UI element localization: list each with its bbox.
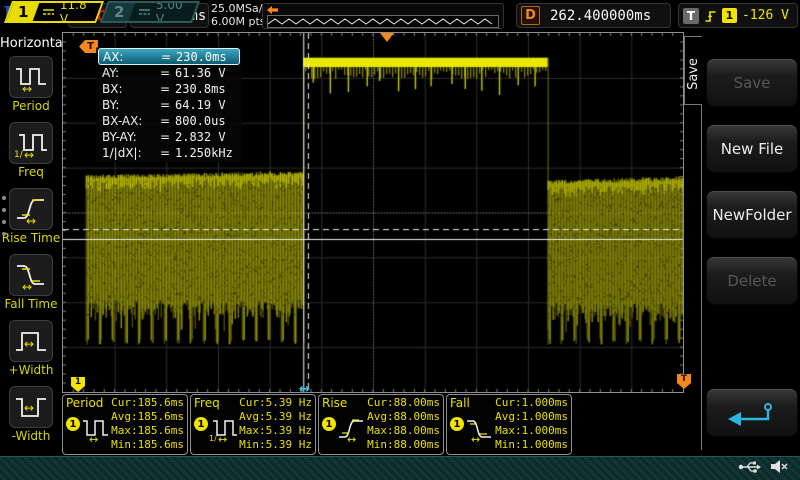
menu-item-period[interactable]: ↔ Period [0,56,62,113]
svg-text:↔: ↔ [24,148,34,160]
delete-button[interactable]: Delete [706,256,798,305]
channel2-tab[interactable]: 2 5.00 V [100,1,200,23]
status-bar [0,456,800,480]
usb-icon [738,459,762,474]
channel1-badge: 1 [66,417,80,431]
trigger-level-value: -126 V [742,8,789,23]
speaker-muted-icon [770,459,789,474]
menu-frame-line [684,104,702,105]
menu-frame-line [684,36,702,37]
dc-coupling-icon [138,7,151,17]
new-file-button[interactable]: New File [706,124,798,173]
svg-text:↔: ↔ [22,280,32,292]
minus-width-icon: ↔ [9,386,53,428]
svg-text:1/: 1/ [209,434,217,443]
svg-text:↔: ↔ [26,214,36,226]
cursor-row-inv-dx[interactable]: 1/|dX|: = 1.250kHz [98,145,240,161]
freq-icon: 1/ ↔ [9,122,53,164]
trigger-position-icon[interactable] [380,33,394,42]
menu-item-freq[interactable]: 1/ ↔ Freq [0,122,62,179]
trigger-position-thumb-icon [267,6,278,14]
period-glyph-icon: ↔ [81,413,111,447]
svg-text:↔: ↔ [22,82,32,94]
measurement-panel-period[interactable]: Period 1 ↔ Cur:185.6ms Avg:185.6ms Max:1… [62,394,188,455]
menu-item-plus-width[interactable]: ↔ +Width [0,320,62,377]
svg-text:↔: ↔ [24,337,34,351]
trigger-box[interactable]: T 1 -126 V [678,3,798,28]
channel2-scale: 5.00 V [156,1,194,23]
waveform-position-thumbnail[interactable] [262,3,504,29]
cursor-row-by-ay[interactable]: BY-AY: = 2.832 V [98,129,240,145]
svg-text:↔: ↔ [347,433,356,443]
thumbnail-window [267,15,499,28]
cursor-row-bx[interactable]: BX: = 230.8ms [98,81,240,97]
menu-item-rise-time[interactable]: ↔ Rise Time [0,188,62,245]
menu-scroll-indicator [2,196,6,236]
period-icon: ↔ [9,56,53,98]
cursor-row-bx-ax[interactable]: BX-AX: = 800.0us [98,113,240,129]
channel1-badge: 1 [194,417,208,431]
menu-item-fall-time[interactable]: ↔ Fall Time [0,254,62,311]
svg-text:↔: ↔ [24,401,34,415]
cursor-row-by[interactable]: BY: = 64.19 V [98,97,240,113]
svg-text:↔: ↔ [218,433,227,443]
svg-text:↔: ↔ [89,433,98,443]
menu-item-minus-width[interactable]: ↔ -Width [0,386,62,443]
trigger-source-badge: 1 [722,8,737,23]
new-folder-button[interactable]: NewFolder [706,190,798,239]
menu-item-label: Fall Time [0,297,62,311]
save-button[interactable]: Save [706,58,798,107]
menu-item-label: Freq [0,165,62,179]
thumbnail-waveform [268,19,492,24]
plus-width-icon: ↔ [9,320,53,362]
delay-value: 262.400000ms [550,8,651,24]
fall-glyph-icon: ↔ [465,413,495,447]
memory-depth: 6.00M pts [211,15,268,28]
delay-box[interactable]: D 262.400000ms [516,3,671,28]
cursor-row-ay[interactable]: AY: = 61.36 V [98,65,240,81]
rise-time-icon: ↔ [9,188,53,230]
sample-rate: 25.0MSa/s [211,2,268,15]
measurement-panel-freq[interactable]: Freq 1 1/ ↔ Cur:5.39 Hz Avg:5.39 Hz Max:… [190,394,316,455]
channel1-scale: 11.8 V [60,1,98,23]
trigger-t-badge: T [683,8,699,24]
channel1-badge: 1 [322,417,336,431]
svg-text:↔: ↔ [471,433,480,443]
menu-page-tab: Save [686,58,701,90]
menu-item-label: Rise Time [0,231,62,245]
cursor-row-ax[interactable]: AX: = 230.0ms [98,48,240,65]
freq-glyph-icon: 1/ ↔ [209,413,239,447]
channel1-tab[interactable]: 1 11.8 V [4,1,104,23]
cursor-measurement-panel: AX: = 230.0ms AY: = 61.36 V BX: = 230.8m… [96,47,242,162]
menu-frame-line [684,36,685,104]
menu-title: Horizontal [0,36,62,51]
delay-d-badge: D [521,6,540,25]
menu-item-label: +Width [0,363,62,377]
return-button[interactable] [706,388,798,437]
fall-time-icon: ↔ [9,254,53,296]
return-arrow-icon [724,400,780,426]
trigger-rising-edge-icon [704,8,717,24]
menu-item-label: Period [0,99,62,113]
acquisition-info: 25.0MSa/s 6.00M pts [211,2,268,28]
graticule: T 1 T ↔ AX: = 230.0ms AY: = 61.36 V BX: … [62,32,684,393]
oscilloscope-screen: RIGOL STOP H 20.0ms 25.0MSa/s 6.00M pts … [0,0,800,480]
menu-item-label: -Width [0,429,62,443]
measurement-panel-rise[interactable]: Rise 1 ↔ Cur:88.00ms Avg:88.00ms Max:88.… [318,394,444,455]
menu-frame-line [701,104,702,450]
measurement-panel-fall[interactable]: Fall 1 ↔ Cur:1.000ms Avg:1.000ms Max:1.0… [446,394,572,455]
dc-coupling-icon [42,7,55,17]
channel1-badge: 1 [450,417,464,431]
svg-text:1/: 1/ [14,150,24,160]
rise-glyph-icon: ↔ [337,413,367,447]
